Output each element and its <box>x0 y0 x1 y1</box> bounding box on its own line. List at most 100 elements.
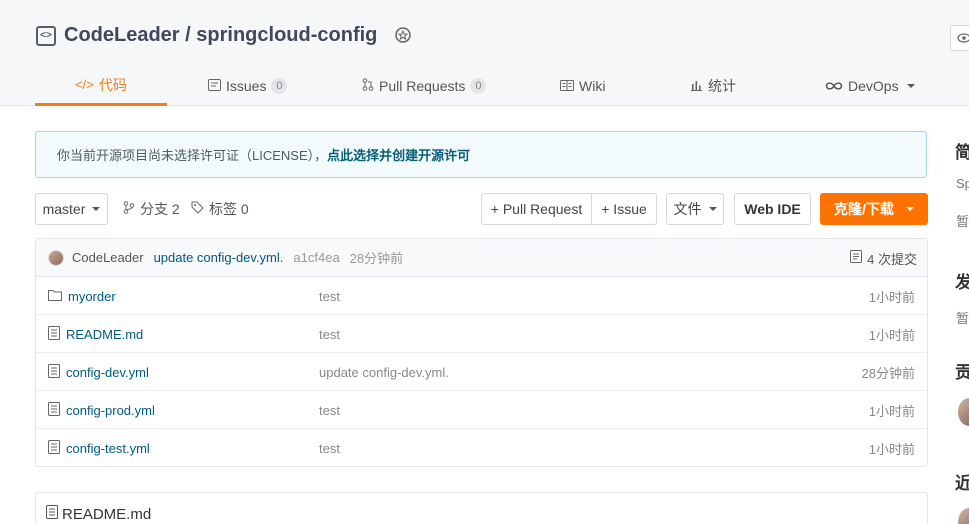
create-license-link[interactable]: 点此选择并创建开源许可 <box>327 145 470 164</box>
license-notice-text: 你当前开源项目尚未选择许可证（LICENSE）， <box>57 148 328 163</box>
file-icon <box>48 439 60 457</box>
file-link-config-dev[interactable]: config-dev.yml <box>48 353 149 391</box>
file-commit-time: 1小时前 <box>868 327 915 343</box>
repo-title: <> CodeLeader / springcloud-config <box>36 24 413 47</box>
file-link-config-test[interactable]: config-test.yml <box>48 429 150 467</box>
file-menu-button[interactable]: 文件 <box>666 193 724 225</box>
sidebar-release-heading: 发 <box>955 273 969 292</box>
file-commit-message[interactable]: update config-dev.yml. <box>319 353 449 391</box>
file-icon <box>48 325 60 343</box>
commit-sha[interactable]: a1cf4ea <box>293 250 339 265</box>
branches-label: 分支 2 <box>140 201 180 217</box>
file-commit-message[interactable]: test <box>319 429 340 467</box>
tab-code-label: 代码 <box>98 76 127 93</box>
tab-code[interactable]: </> 代码 <box>35 66 167 106</box>
tab-issues[interactable]: Issues 0 <box>208 66 288 106</box>
new-issue-button[interactable]: + Issue <box>591 193 657 225</box>
file-name: config-test.yml <box>66 440 150 456</box>
new-issue-label: + Issue <box>601 201 647 217</box>
commit-count-link[interactable]: 4 次提交 <box>850 239 917 277</box>
latest-commit-bar: CodeLeader update config-dev.yml. a1cf4e… <box>36 239 927 277</box>
file-menu-label: 文件 <box>673 201 702 217</box>
readme-panel: README.md <box>35 492 928 524</box>
repo-code-icon: <> <box>36 25 56 46</box>
chevron-down-icon <box>708 207 717 211</box>
pull-requests-count-badge: 0 <box>470 78 487 94</box>
chevron-down-icon <box>906 84 915 88</box>
file-commit-message[interactable]: test <box>319 277 340 315</box>
folder-icon <box>48 289 62 304</box>
file-list: CodeLeader update config-dev.yml. a1cf4e… <box>35 238 928 467</box>
file-link-readme[interactable]: README.md <box>48 315 143 353</box>
new-pull-request-button[interactable]: + Pull Request <box>481 193 592 225</box>
repo-name[interactable]: springcloud-config <box>196 24 377 46</box>
commit-time: 28分钟前 <box>349 251 404 266</box>
tag-icon <box>191 201 204 217</box>
readme-title: README.md <box>46 505 151 523</box>
table-row: README.md test 1小时前 <box>36 315 927 353</box>
repo-tabs: </> 代码 Issues 0 Pull Requests 0 Wiki 统计 … <box>35 66 969 106</box>
devops-icon <box>825 78 843 94</box>
issues-count-badge: 0 <box>271 78 288 94</box>
pull-request-icon <box>362 78 374 94</box>
branch-select-label: master <box>42 201 86 217</box>
file-icon <box>48 363 60 381</box>
table-row: config-prod.yml test 1小时前 <box>36 391 927 429</box>
tab-issues-label: Issues <box>226 78 267 94</box>
sidebar-intro-text: Sp <box>956 176 969 191</box>
clone-download-label: 克隆/下载 <box>834 201 894 217</box>
avatar[interactable] <box>958 398 969 426</box>
repo-owner[interactable]: CodeLeader <box>64 24 180 46</box>
file-name: config-dev.yml <box>66 364 149 380</box>
code-icon: </> <box>75 77 94 92</box>
sidebar-intro-none: 暂 <box>956 214 969 229</box>
sidebar-recent-heading: 近 <box>955 474 969 493</box>
file-name: myorder <box>68 288 116 304</box>
sidebar-contributors-heading: 贡 <box>955 363 969 382</box>
avatar[interactable] <box>958 508 969 524</box>
tags-link[interactable]: 标签 0 <box>191 193 249 225</box>
tab-stats-label: 统计 <box>708 78 736 94</box>
repo-full-name[interactable]: CodeLeader / springcloud-config <box>64 24 377 47</box>
file-name: README.md <box>66 326 144 342</box>
readme-title-text: README.md <box>62 505 152 523</box>
clone-download-button[interactable]: 克隆/下载 <box>820 193 928 225</box>
table-row: config-dev.yml update config-dev.yml. 28… <box>36 353 927 391</box>
eye-icon <box>957 30 969 46</box>
file-name: config-prod.yml <box>66 402 155 418</box>
file-commit-message[interactable]: test <box>319 391 340 429</box>
file-icon <box>46 505 58 523</box>
table-row: config-test.yml test 1小时前 <box>36 429 927 467</box>
tab-devops-label: DevOps <box>848 78 899 94</box>
file-icon <box>48 401 60 419</box>
recommended-badge-icon[interactable] <box>393 26 413 46</box>
tags-label: 标签 0 <box>209 201 249 217</box>
branch-select[interactable]: master <box>35 193 108 225</box>
web-ide-button[interactable]: Web IDE <box>734 193 811 225</box>
branches-link[interactable]: 分支 2 <box>123 193 180 225</box>
file-commit-message[interactable]: test <box>319 315 340 353</box>
tab-devops[interactable]: DevOps <box>825 66 915 106</box>
wiki-icon <box>560 78 574 94</box>
commit-message[interactable]: update config-dev.yml. <box>154 250 284 265</box>
commit-author[interactable]: CodeLeader <box>72 250 144 265</box>
commit-count-label: 4 次提交 <box>867 251 917 267</box>
tab-wiki-label: Wiki <box>579 78 606 94</box>
tab-pull-requests-label: Pull Requests <box>379 78 466 94</box>
sidebar-intro-heading: 简 <box>955 143 969 162</box>
file-link-myorder[interactable]: myorder <box>48 277 116 315</box>
new-pull-request-label: + Pull Request <box>490 201 583 217</box>
watch-button[interactable] <box>950 25 969 51</box>
tab-stats[interactable]: 统计 <box>690 66 736 106</box>
file-commit-time: 1小时前 <box>868 289 915 305</box>
stats-icon <box>690 78 703 94</box>
file-commit-time: 1小时前 <box>868 403 915 419</box>
commits-icon <box>850 250 863 266</box>
chevron-down-icon <box>92 207 101 211</box>
branch-icon <box>123 201 135 217</box>
tab-wiki[interactable]: Wiki <box>560 66 605 106</box>
web-ide-label: Web IDE <box>744 201 801 217</box>
file-link-config-prod[interactable]: config-prod.yml <box>48 391 155 429</box>
tab-pull-requests[interactable]: Pull Requests 0 <box>362 66 487 106</box>
avatar[interactable] <box>48 249 64 266</box>
